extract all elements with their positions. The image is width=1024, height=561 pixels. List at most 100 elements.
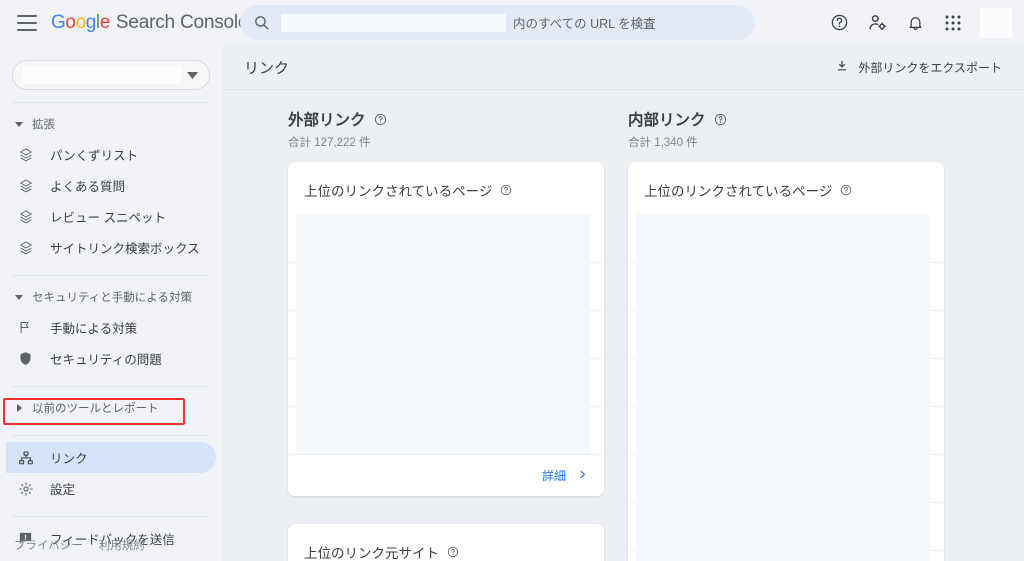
help-icon[interactable] <box>714 113 727 126</box>
help-icon[interactable] <box>822 6 856 40</box>
sidebar-item-label: 手動による対策 <box>50 322 138 336</box>
sidebar-group-enhancements[interactable]: 拡張 <box>0 109 222 139</box>
links-hierarchy-icon <box>18 450 40 466</box>
export-external-links-button[interactable]: 外部リンクをエクスポート <box>835 59 1002 76</box>
table-row[interactable] <box>288 358 604 406</box>
card-rows <box>288 214 604 454</box>
card-body <box>628 214 944 561</box>
brand: Google Search Console <box>51 12 248 34</box>
table-row[interactable] <box>288 214 604 262</box>
sidebar-item-manual-actions[interactable]: 手動による対策 <box>6 312 216 343</box>
url-inspection-search-bar[interactable]: 内のすべての URL を検査 <box>240 5 755 40</box>
layers-icon <box>18 240 40 256</box>
top-bar-actions <box>822 0 1016 45</box>
sidebar-group-label: 拡張 <box>32 119 55 131</box>
search-property-value[interactable] <box>281 13 506 32</box>
search-placeholder: 内のすべての URL を検査 <box>513 17 656 31</box>
property-selector[interactable] <box>12 60 210 90</box>
main-content: リンク 外部リンクをエクスポート 外部リンク 合計 127,222 件 上位のリ… <box>222 45 1024 561</box>
help-icon[interactable] <box>374 113 387 126</box>
internal-links-total: 合計 1,340 件 <box>628 137 698 149</box>
sidebar-item-links[interactable]: リンク <box>6 442 216 473</box>
layers-icon <box>18 178 40 194</box>
sidebar-item-breadcrumbs[interactable]: パンくずリスト <box>6 139 216 170</box>
export-button-label: 外部リンクをエクスポート <box>858 60 1002 75</box>
card-header: 上位のリンク元サイト <box>288 524 604 561</box>
property-selector-value <box>23 66 181 84</box>
sidebar-item-sitelinks-searchbox[interactable]: サイトリンク検索ボックス <box>6 232 216 263</box>
table-row[interactable] <box>288 310 604 358</box>
terms-link[interactable]: 利用規約 <box>99 537 145 553</box>
table-row[interactable] <box>628 358 944 406</box>
sidebar-item-label: 設定 <box>50 483 76 497</box>
gear-icon <box>18 481 40 497</box>
sidebar-item-security-issues[interactable]: セキュリティの問題 <box>6 343 216 374</box>
card-body <box>288 214 604 454</box>
table-row[interactable] <box>288 406 604 454</box>
external-links-title-row: 外部リンク <box>288 108 604 130</box>
download-icon <box>835 59 849 76</box>
external-links-title: 外部リンク <box>288 112 366 129</box>
chevron-right-icon <box>14 404 24 412</box>
chevron-down-icon <box>14 294 24 300</box>
top-app-bar: Google Search Console 内のすべての URL を検査 <box>0 0 1024 45</box>
logo-letter-o1: o <box>65 11 76 33</box>
card-title: 上位のリンク元サイト <box>304 546 439 561</box>
google-logo: Google <box>51 12 110 34</box>
flag-icon <box>18 320 40 335</box>
sidebar-item-label: よくある質問 <box>50 180 126 194</box>
notifications-bell-icon[interactable] <box>898 6 932 40</box>
details-link[interactable]: 詳細 <box>542 467 566 484</box>
divider <box>12 275 210 276</box>
divider <box>12 102 210 103</box>
table-row[interactable] <box>628 310 944 358</box>
table-row[interactable] <box>628 454 944 502</box>
sidebar-group-security[interactable]: セキュリティと手動による対策 <box>0 282 222 312</box>
logo-letter-o2: o <box>75 11 87 33</box>
sidebar-item-settings[interactable]: 設定 <box>6 473 216 504</box>
account-settings-icon[interactable] <box>860 6 894 40</box>
help-icon[interactable] <box>840 184 852 196</box>
table-row[interactable] <box>628 262 944 310</box>
privacy-link[interactable]: プライバシー <box>14 537 83 553</box>
table-row[interactable] <box>288 262 604 310</box>
search-console-app: Google Search Console 内のすべての URL を検査 拡張 … <box>0 0 1024 561</box>
card-footer: 詳細 <box>288 454 604 496</box>
sidebar-item-label: リンク <box>50 452 88 466</box>
sidebar: 拡張 パンくずリスト よくある質問 レビュー スニペット サイトリンク検索ボック… <box>0 45 222 561</box>
links-columns: 外部リンク 合計 127,222 件 上位のリンクされているページ 詳細 上位の… <box>222 90 1024 561</box>
external-links-total: 合計 127,222 件 <box>288 137 371 149</box>
chevron-down-icon <box>187 66 198 84</box>
page-title: リンク <box>244 59 290 77</box>
google-apps-grid-icon[interactable] <box>936 6 970 40</box>
sidebar-item-faq[interactable]: よくある質問 <box>6 170 216 201</box>
sidebar-item-label: セキュリティの問題 <box>50 353 162 367</box>
card-header: 上位のリンクされているページ <box>628 162 944 214</box>
help-icon[interactable] <box>500 184 512 196</box>
help-icon[interactable] <box>447 546 459 558</box>
card-top-linked-pages-internal: 上位のリンクされているページ <box>628 162 944 561</box>
table-row[interactable] <box>628 214 944 262</box>
sidebar-group-legacy-tools[interactable]: 以前のツールとレポート <box>0 393 222 423</box>
sidebar-group-label: セキュリティと手動による対策 <box>32 292 192 304</box>
chevron-right-icon[interactable] <box>577 467 588 485</box>
hamburger-menu-icon[interactable] <box>17 14 37 31</box>
divider <box>12 386 210 387</box>
sidebar-group-label: 以前のツールとレポート <box>32 403 159 415</box>
card-title: 上位のリンクされているページ <box>304 184 493 199</box>
internal-links-title: 内部リンク <box>628 112 706 129</box>
card-header: 上位のリンクされているページ <box>288 162 604 214</box>
chevron-down-icon <box>14 121 24 127</box>
sidebar-item-review-snippets[interactable]: レビュー スニペット <box>6 201 216 232</box>
sidebar-item-search-console-overview[interactable]: Search Console の概要 <box>6 554 216 561</box>
layers-icon <box>18 209 40 225</box>
table-row[interactable] <box>628 406 944 454</box>
divider <box>12 435 210 436</box>
avatar[interactable] <box>980 7 1012 38</box>
table-row[interactable] <box>628 550 944 561</box>
table-row[interactable] <box>628 502 944 550</box>
logo-letter-g1: G <box>51 11 66 33</box>
sidebar-footer: プライバシー 利用規約 <box>0 537 222 553</box>
search-icon <box>253 14 270 31</box>
card-rows <box>628 214 944 561</box>
